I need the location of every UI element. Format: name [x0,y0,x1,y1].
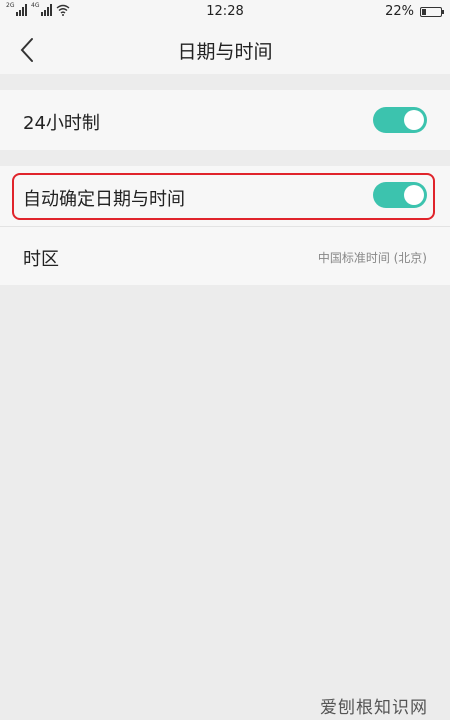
battery-icon [420,6,444,17]
page-title: 日期与时间 [177,41,273,63]
status-time: 12:28 [206,4,244,19]
highlight-box [12,173,435,220]
setting-label-24hour: 24小时制 [23,113,100,134]
header-bar: 日期与时间 [0,24,450,74]
toggle-knob [404,110,424,130]
toggle-24hour[interactable] [373,107,427,133]
watermark: 爱刨根知识网 [320,698,428,718]
timezone-value: 中国标准时间 (北京) [317,251,427,265]
setting-label-timezone: 时区 [23,249,59,270]
setting-row-timezone[interactable]: 时区 中国标准时间 (北京) [0,227,450,285]
status-bar: 2G 4G 12:28 22% [0,0,450,24]
battery-percent: 22% [385,4,414,19]
setting-row-24hour[interactable]: 24小时制 [0,90,450,150]
